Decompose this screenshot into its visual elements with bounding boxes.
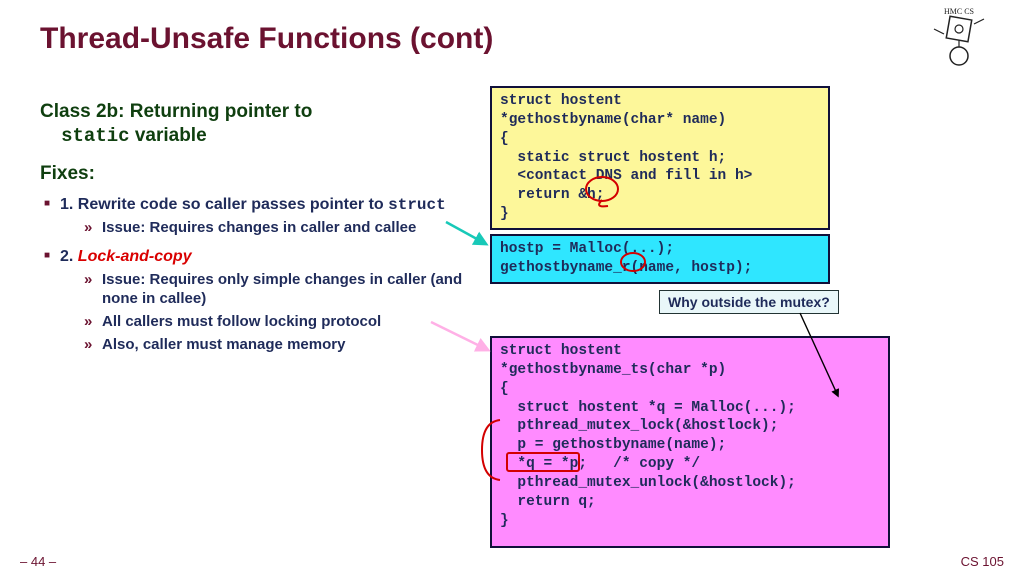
fix-2-lockcopy: Lock-and-copy [78,248,192,265]
class-heading: Class 2b: Returning pointer to static va… [40,100,470,149]
class-heading-c: variable [130,125,207,146]
fix-1-text: 1. Rewrite code so caller passes pointer… [60,196,388,213]
fix-2-issue-2: All callers must follow locking protocol [102,313,470,332]
code-lockcopy: struct hostent *gethostbyname_ts(char *p… [490,336,890,548]
class-heading-a: Class 2b: Returning pointer to [40,101,312,122]
left-column: Class 2b: Returning pointer to static va… [40,100,470,358]
fixes-heading: Fixes: [40,163,470,185]
slide: Thread-Unsafe Functions (cont) HMC CS Cl… [0,0,1024,576]
fix-2-num: 2. [60,248,78,265]
code-rewrite: hostp = Malloc(...); gethostbyname_r(nam… [490,234,830,284]
slide-title: Thread-Unsafe Functions (cont) [40,22,984,56]
code-original: struct hostent *gethostbyname(char* name… [490,86,830,230]
fix-2: 2. Lock-and-copy [60,247,470,267]
svg-text:HMC CS: HMC CS [944,7,974,16]
class-heading-static: static [61,125,129,147]
fix-1-struct: struct [388,196,446,214]
callout-mutex: Why outside the mutex? [659,290,839,314]
fix-2-issue-3: Also, caller must manage memory [102,336,470,355]
fix-1-issue: Issue: Requires changes in caller and ca… [102,219,470,238]
page-number: – 44 – [20,554,56,569]
hmc-logo: HMC CS [924,4,994,69]
fix-1: 1. Rewrite code so caller passes pointer… [60,195,470,215]
course-code: CS 105 [961,554,1004,569]
fix-2-issue-1: Issue: Requires only simple changes in c… [102,271,470,309]
